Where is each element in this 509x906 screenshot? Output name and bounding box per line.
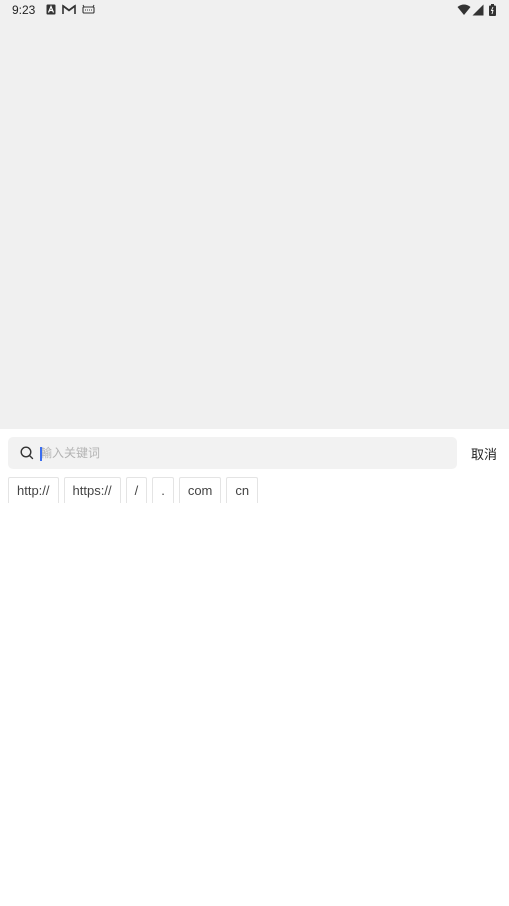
notification-a-icon (46, 4, 56, 16)
signal-icon (472, 4, 484, 16)
battery-icon (489, 4, 496, 16)
gmail-icon (62, 4, 76, 16)
android-bot-icon (82, 4, 95, 16)
dimmed-background[interactable]: 9:23 (0, 0, 509, 429)
status-time: 9:23 (12, 3, 36, 17)
chip-com[interactable]: com (178, 477, 222, 503)
search-icon (19, 445, 35, 461)
search-sheet: 取消 http:// https:// / . com cn (0, 429, 509, 906)
chip-http[interactable]: http:// (8, 477, 59, 503)
cancel-button[interactable]: 取消 (466, 437, 502, 469)
quick-input-chips: http:// https:// / . com cn (8, 477, 259, 503)
search-input[interactable] (40, 437, 445, 469)
chip-dot[interactable]: . (152, 477, 174, 503)
search-box[interactable] (8, 437, 457, 469)
status-bar: 9:23 (0, 0, 509, 22)
wifi-icon (457, 4, 471, 16)
chip-slash[interactable]: / (125, 477, 148, 503)
text-cursor (40, 447, 42, 461)
chip-cn[interactable]: cn (226, 477, 259, 503)
chip-https[interactable]: https:// (63, 477, 121, 503)
